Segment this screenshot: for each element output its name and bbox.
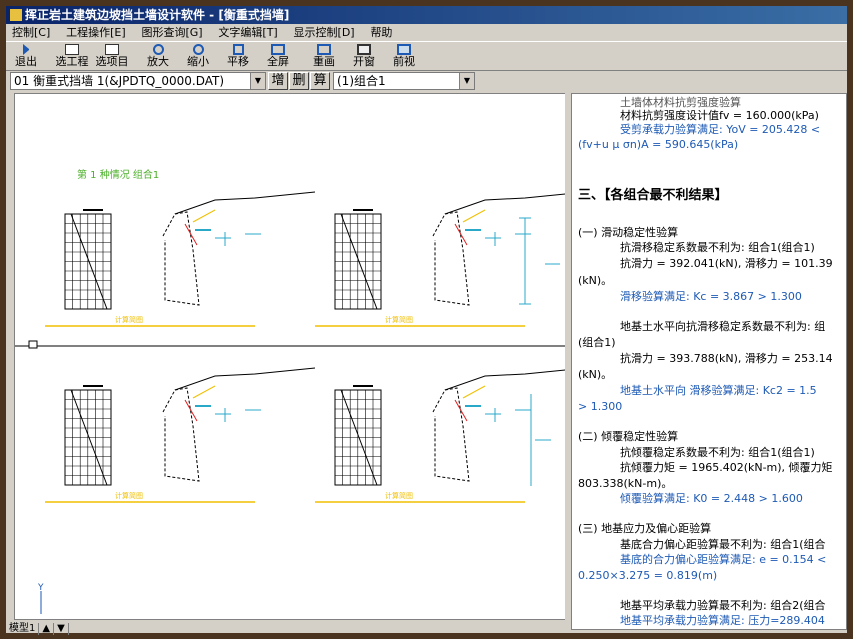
status-bar: 模型1 ▲ ▼ [6,620,571,635]
model-tab[interactable]: 模型1 [6,623,40,635]
wall-outline [432,211,470,306]
title-bar: 挥正岩土建筑边坡挡土墙设计软件 - [衡重式挡墙] [6,6,847,24]
zoom-out-button[interactable]: 缩小 [178,42,218,70]
wall-outline [432,387,470,482]
force-line [192,385,216,399]
redraw-button[interactable]: 重画 [304,42,344,70]
drawing-caption: 第 1 种情况 组合1 [77,168,159,181]
wall-outline [162,211,200,306]
menu-display[interactable]: 显示控制[D] [288,24,361,41]
zoom-in-button[interactable]: 放大 [138,42,178,70]
app-icon [10,9,22,21]
report-line: 地基平均承载力验算最不利为: 组合2(组合 [620,599,826,612]
zoom-in-icon [152,44,164,55]
front-view-button[interactable]: 前视 [384,42,424,70]
select-project-button[interactable]: 选工程 [52,42,92,70]
force-line [454,399,468,422]
scroll-down-icon[interactable]: ▼ [54,623,69,635]
report-line: 基底的合力偏心距验算满足: e = 0.154 < [620,553,827,566]
pan-button[interactable]: 平移 [218,42,258,70]
slope-line [174,191,316,215]
report-line: (kN)。 [578,274,613,287]
report-line: 抗倾覆力矩 = 1965.402(kN-m), 倾覆力矩 [620,461,833,474]
report-subtitle: (二) 倾覆稳定性验算 [578,430,679,443]
window-button[interactable]: 开窗 [344,42,384,70]
report-panel[interactable]: 土墙体材料抗剪强度验算 材料抗剪强度设计值fv = 160.000(kPa) 受… [571,93,847,630]
report-line: 滑移验算满足: Kc = 3.867 > 1.300 [620,290,802,303]
drawing-canvas[interactable]: 第 1 种情况 组合1 计算简图 计算简图 计算简图 计算简图 Y [14,93,570,620]
report-line: 抗滑移稳定系数最不利为: 组合1(组合1) [620,241,815,254]
report-line: 受剪承载力验算满足: YoV = 205.428 < [620,123,821,136]
section-diagram: 计算简图 计算简图计算简图 计算简图 [45,191,569,503]
calculate-button[interactable]: 算 [310,72,330,90]
report-line: 地基平均承载力验算满足: 压力=289.404 [620,614,825,627]
report-line: 基底合力偏心距验算最不利为: 组合1(组合 [620,538,826,551]
report-line: 地基土水平向 滑移验算满足: Kc2 = 1.5 [620,384,817,397]
add-button[interactable]: 增 [268,72,288,90]
menu-bar: 控制[C] 工程操作[E] 图形查询[G] 文字编辑[T] 显示控制[D] 帮助 [6,24,847,41]
pan-icon [232,44,244,55]
zoom-out-icon [192,44,204,55]
redraw-icon [317,44,331,55]
menu-control[interactable]: 控制[C] [6,24,56,41]
file-select[interactable]: 01 衡重式挡墙 1(&JPDTQ_0000.DAT) ▼ [10,72,266,90]
selector-row: 01 衡重式挡墙 1(&JPDTQ_0000.DAT) ▼ 增 删 算 (1)组合… [6,71,847,92]
report-line: 抗滑力 = 393.788(kN), 滑移力 = 253.14 [620,352,833,365]
scroll-up-icon[interactable]: ▲ [39,623,55,635]
report-line: 土墙体材料抗剪强度验算 [620,96,741,109]
exit-icon [23,44,29,55]
report-line: (kN)。 [578,368,613,381]
menu-graphics[interactable]: 图形查询[G] [135,24,208,41]
report-line: 地基土水平向抗滑移稳定系数最不利为: 组 [620,320,826,333]
menu-project[interactable]: 工程操作[E] [60,24,132,41]
report-line: 材料抗剪强度设计值fv = 160.000(kPa) [620,109,819,122]
report-subtitle: (一) 滑动稳定性验算 [578,226,679,239]
report-line: (fv+u μ σn)A = 590.645(kPa) [578,138,739,151]
menu-help[interactable]: 帮助 [364,24,398,41]
select-item-button[interactable]: 选项目 [92,42,132,70]
menu-text-edit[interactable]: 文字编辑[T] [212,24,283,41]
force-line [184,399,198,422]
force-line [184,223,198,246]
report-section-title: 三、【各组合最不利结果】 [578,188,728,203]
front-view-icon [397,44,411,55]
footer-label: 计算简图 [115,491,143,500]
report-line: 0.250×3.275 = 0.819(m) [578,569,718,582]
footer-label: 计算简图 [385,491,413,500]
footer-label: 计算简图 [385,315,413,324]
report-line: 抗滑力 = 392.041(kN), 滑移力 = 101.39 [620,257,833,270]
splitter-handle[interactable] [28,340,38,349]
slope-line [174,367,316,391]
chevron-down-icon[interactable]: ▼ [459,73,474,89]
fullscreen-button[interactable]: 全屏 [258,42,298,70]
svg-text:Y: Y [37,583,44,593]
select-project-icon [65,44,79,55]
group-select[interactable]: (1)组合1 ▼ [333,72,475,90]
report-subtitle: (三) 地基应力及偏心距验算 [578,522,712,535]
window-title: 挥正岩土建筑边坡挡土墙设计软件 - [衡重式挡墙] [25,8,290,22]
force-line [454,223,468,246]
fullscreen-icon [271,44,285,55]
report-line: 倾覆验算满足: K0 = 2.448 > 1.600 [620,492,803,505]
force-line [192,209,216,223]
drawing-svg: 第 1 种情况 组合1 计算简图 计算简图计算简图 计算简图 Y [15,168,569,614]
report-line: (组合1) [578,336,616,349]
report-line: > 1.300 [578,400,623,413]
footer-label: 计算简图 [115,315,143,324]
wall-outline [162,387,200,482]
force-line [462,209,486,223]
slope-line [444,369,569,391]
report-line: 抗倾覆稳定系数最不利为: 组合1(组合1) [620,446,815,459]
delete-button[interactable]: 删 [289,72,309,90]
select-item-icon [105,44,119,55]
toolbar: 退出 选工程 选项目 放大 缩小 平移 全屏 重画 开窗 前视 [6,41,847,71]
exit-button[interactable]: 退出 [6,42,46,70]
report-line: 803.338(kN-m)。 [578,477,673,490]
slope-line [444,193,569,215]
window-icon [357,44,371,55]
chevron-down-icon[interactable]: ▼ [250,73,265,89]
force-line [462,385,486,399]
